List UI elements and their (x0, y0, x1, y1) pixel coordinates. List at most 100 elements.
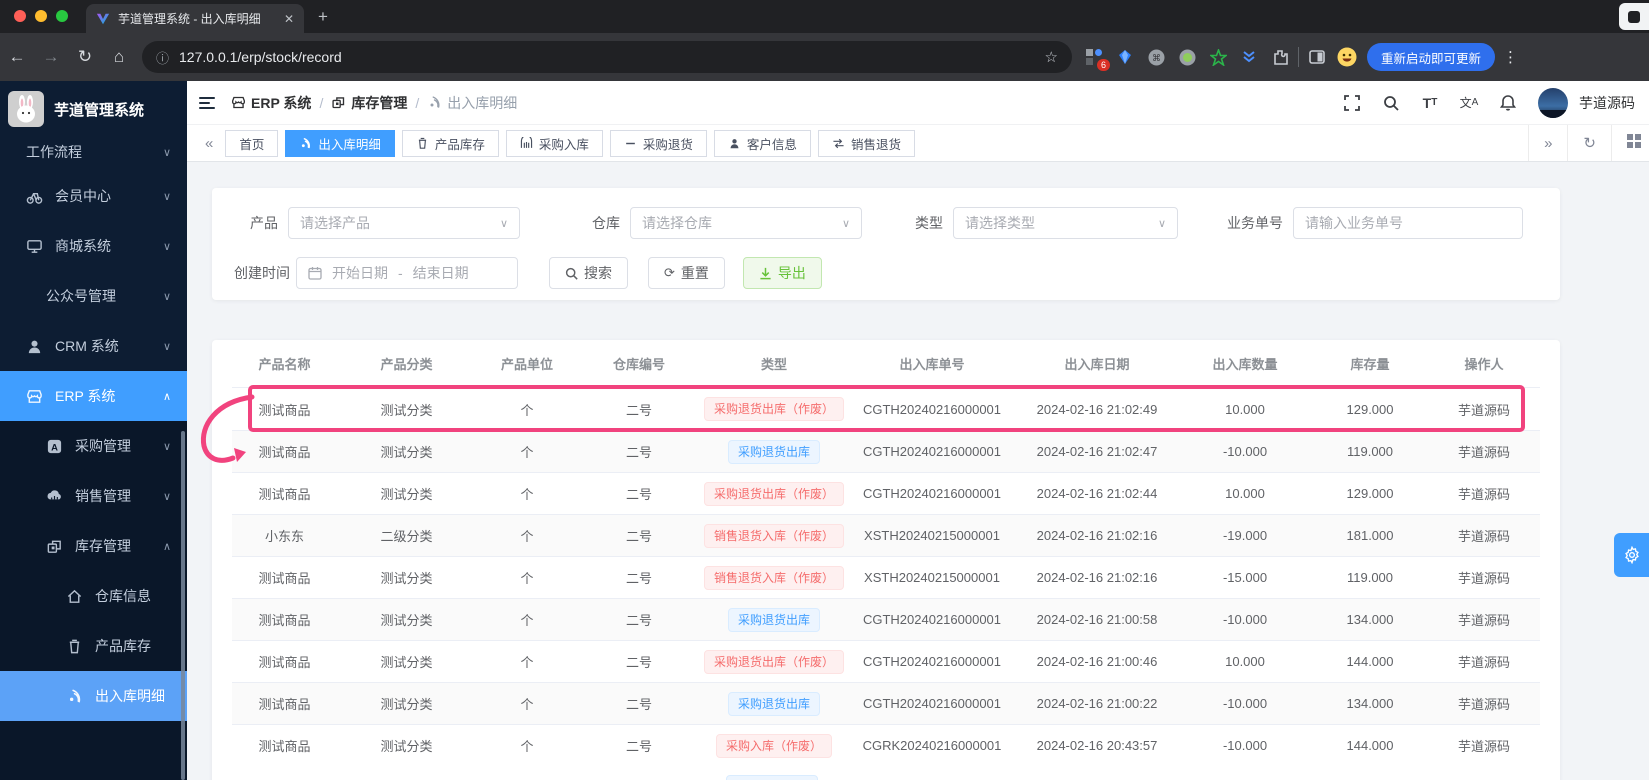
sidebar-item-product-stock[interactable]: 产品库存 (0, 621, 187, 671)
settings-gear-button[interactable] (1614, 533, 1649, 577)
table-row[interactable]: 测试商品 测试分类 个 二号 采购退货出库（作废） CGTH20240216000001 2… (232, 388, 1540, 430)
tab-purchase-in[interactable]: 采购入库 (505, 129, 603, 157)
table-row[interactable]: 测试商品 测试分类 个 二号 采购退货出库 CGTH20240216000001 2024-… (232, 598, 1540, 640)
profile-avatar-icon[interactable] (1337, 47, 1357, 67)
tab-home[interactable]: 首页 (225, 129, 279, 157)
chevron-down-icon: ∨ (841, 217, 850, 230)
bizno-input[interactable]: 请输入业务单号 (1293, 207, 1523, 239)
window-controls[interactable] (14, 10, 68, 22)
font-size-icon[interactable]: TT (1421, 94, 1439, 112)
cell-qty: -10.000 (1222, 444, 1268, 459)
sidebar-logo-row[interactable]: 芋道管理系统 (0, 81, 187, 133)
product-select[interactable]: 请选择产品 ∨ (288, 207, 520, 239)
close-window-button[interactable] (14, 10, 26, 22)
sidebar-item-erp-system[interactable]: ERP 系统 ∧ (0, 371, 187, 421)
date-range-picker[interactable]: 开始日期 - 结束日期 (296, 257, 518, 289)
new-tab-button[interactable]: + (318, 7, 328, 27)
type-select[interactable]: 请选择类型 ∨ (953, 207, 1178, 239)
extension-green-dot-icon[interactable] (1177, 47, 1197, 67)
cell-stock: 119.000 (1346, 570, 1394, 585)
cell-order_no: CGTH20240216000001 (862, 486, 1002, 501)
cell-qty: -10.000 (1222, 696, 1268, 711)
search-icon[interactable] (1382, 94, 1400, 112)
tab-purchase-return[interactable]: 采购退货 (609, 129, 707, 157)
table-row[interactable]: 小东东 二级分类 个 二号 销售退货入库（作废） XSTH20240215000001 20… (232, 514, 1540, 556)
user-name[interactable]: 芋道源码 (1579, 93, 1635, 113)
sidebar-item-workflow[interactable]: 工作流程 ∨ (0, 133, 187, 171)
cell-order_no: CGTH20240216000001 (862, 612, 1002, 627)
minimize-window-button[interactable] (35, 10, 47, 22)
tab-customer-info[interactable]: 客户信息 (713, 129, 811, 157)
reset-button[interactable]: ⟳ 重置 (648, 257, 725, 289)
table-row[interactable]: 测试商品 测试分类 个 二号 采购退货出库（作废） CGTH20240216000001 2… (232, 472, 1540, 514)
collapse-sidebar-icon[interactable] (199, 96, 215, 109)
table-row[interactable]: 测试商品 测试分类 个 二号 采购退货出库（作废） CGTH20240216000001 2… (232, 640, 1540, 682)
maximize-window-button[interactable] (56, 10, 68, 22)
sidebar-scrollbar[interactable] (181, 431, 185, 780)
bookmark-star-icon[interactable]: ☆ (1045, 48, 1058, 66)
sidebar-item-stock-record[interactable]: 出入库明细 (0, 671, 187, 721)
tab-product-stock[interactable]: 产品库存 (401, 129, 499, 157)
notification-bell-icon[interactable] (1499, 94, 1517, 112)
extensions-puzzle-icon[interactable] (1270, 47, 1290, 67)
user-avatar[interactable] (1538, 87, 1568, 118)
refresh-page-icon[interactable]: ↻ (1575, 134, 1604, 152)
back-icon[interactable]: ← (0, 47, 34, 67)
table-row[interactable]: 测试商品 测试分类 个 二号 采购退货出库 CGTH20240216000001 2024-… (232, 430, 1540, 472)
side-panel-icon[interactable] (1307, 47, 1327, 67)
language-icon[interactable]: 文A (1460, 94, 1479, 112)
chevron-up-icon: ∧ (162, 390, 171, 403)
sidebar-item-purchase-mgmt[interactable]: A 采购管理 ∨ (0, 421, 187, 471)
browser-menu-kebab-icon[interactable]: ⋮ (1503, 48, 1518, 66)
table-row[interactable]: 测试商品 测试分类 个 二号 采购入库（作废） CGRK20240216000001 202… (232, 724, 1540, 766)
table-row[interactable]: 测试商品 测试分类 个 二号 销售退货入库（作废） XSTH20240215000001 2… (232, 556, 1540, 598)
export-button[interactable]: 导出 (742, 257, 822, 289)
sidebar-item-sales-mgmt[interactable]: 销售管理 ∨ (0, 471, 187, 521)
scroll-tabs-left-icon[interactable]: « (197, 135, 221, 152)
table-card: 产品名称 产品分类 产品单位 仓库编号 类型 出入库单号 出入库日期 出入库数量… (212, 340, 1560, 780)
search-button[interactable]: 搜索 (549, 257, 628, 289)
sidebar-item-mall-system[interactable]: 商城系统 ∨ (0, 221, 187, 271)
browser-tab[interactable]: 芋道管理系统 - 出入库明细 ✕ (86, 4, 304, 33)
cell-date: 2024-02-16 21:00:22 (1036, 696, 1158, 711)
cup-icon (69, 639, 80, 653)
sidebar-item-stock-mgmt[interactable]: 库存管理 ∧ (0, 521, 187, 571)
tab-sales-return[interactable]: 销售退货 (817, 129, 915, 157)
sidebar-item-member-center[interactable]: 会员中心 ∨ (0, 171, 187, 221)
url-text[interactable]: 127.0.0.1/erp/stock/record (179, 49, 1035, 65)
extension-blue-gem-icon[interactable] (1115, 47, 1135, 67)
sidebar-item-warehouse-info[interactable]: 仓库信息 (0, 571, 187, 621)
cell-unit: 个 (520, 402, 534, 418)
cell-operator: 芋道源码 (1457, 697, 1510, 712)
breadcrumb-stock-mgmt[interactable]: 库存管理 (331, 93, 407, 113)
site-info-icon[interactable]: ⓘ (156, 48, 169, 67)
cell-qty: 10.000 (1225, 401, 1265, 417)
browser-toolbar: ← → ↻ ⌂ ⓘ 127.0.0.1/erp/stock/record ☆ 6… (0, 33, 1649, 81)
layout-grid-icon[interactable] (1619, 134, 1641, 152)
extension-grid-icon[interactable]: 6 (1084, 47, 1110, 71)
table-row[interactable]: 测试商品 测试分类 个 二号 采购退货出库 CGTH20240216000001 2024-… (232, 682, 1540, 724)
forward-icon[interactable]: → (34, 47, 68, 67)
extension-green-star-icon[interactable] (1208, 47, 1228, 67)
cell-stock: 129.000 (1346, 486, 1394, 501)
chevron-down-icon: ∨ (162, 240, 171, 253)
tab-close-icon[interactable]: ✕ (284, 12, 294, 26)
cell-warehouse: 二号 (625, 445, 652, 460)
fullscreen-icon[interactable] (1343, 94, 1361, 112)
extension-command-icon[interactable]: ⌘ (1146, 47, 1166, 67)
reload-icon[interactable]: ↻ (68, 47, 102, 67)
chevron-down-icon: ∨ (1157, 217, 1166, 230)
breadcrumb-erp[interactable]: ERP 系统 (231, 93, 311, 113)
browser-update-button[interactable]: 重新启动即可更新 (1367, 43, 1496, 71)
tab-stock-record[interactable]: 出入库明细 (285, 129, 395, 157)
scroll-tabs-right-icon[interactable]: » (1536, 135, 1560, 152)
extension-icons: 6 ⌘ (1084, 47, 1290, 71)
sidebar-item-official-account[interactable]: 公众号管理 ∨ (0, 271, 187, 321)
browser-corner-widget[interactable] (1619, 3, 1649, 30)
extension-chevrons-icon[interactable] (1239, 47, 1259, 67)
warehouse-select[interactable]: 请选择仓库 ∨ (630, 207, 862, 239)
home-icon[interactable]: ⌂ (102, 47, 136, 67)
address-bar[interactable]: ⓘ 127.0.0.1/erp/stock/record ☆ (142, 41, 1072, 73)
breadcrumb: ERP 系统 / 库存管理 / 出入库明细 (231, 93, 517, 113)
sidebar-item-crm-system[interactable]: CRM 系统 ∨ (0, 321, 187, 371)
